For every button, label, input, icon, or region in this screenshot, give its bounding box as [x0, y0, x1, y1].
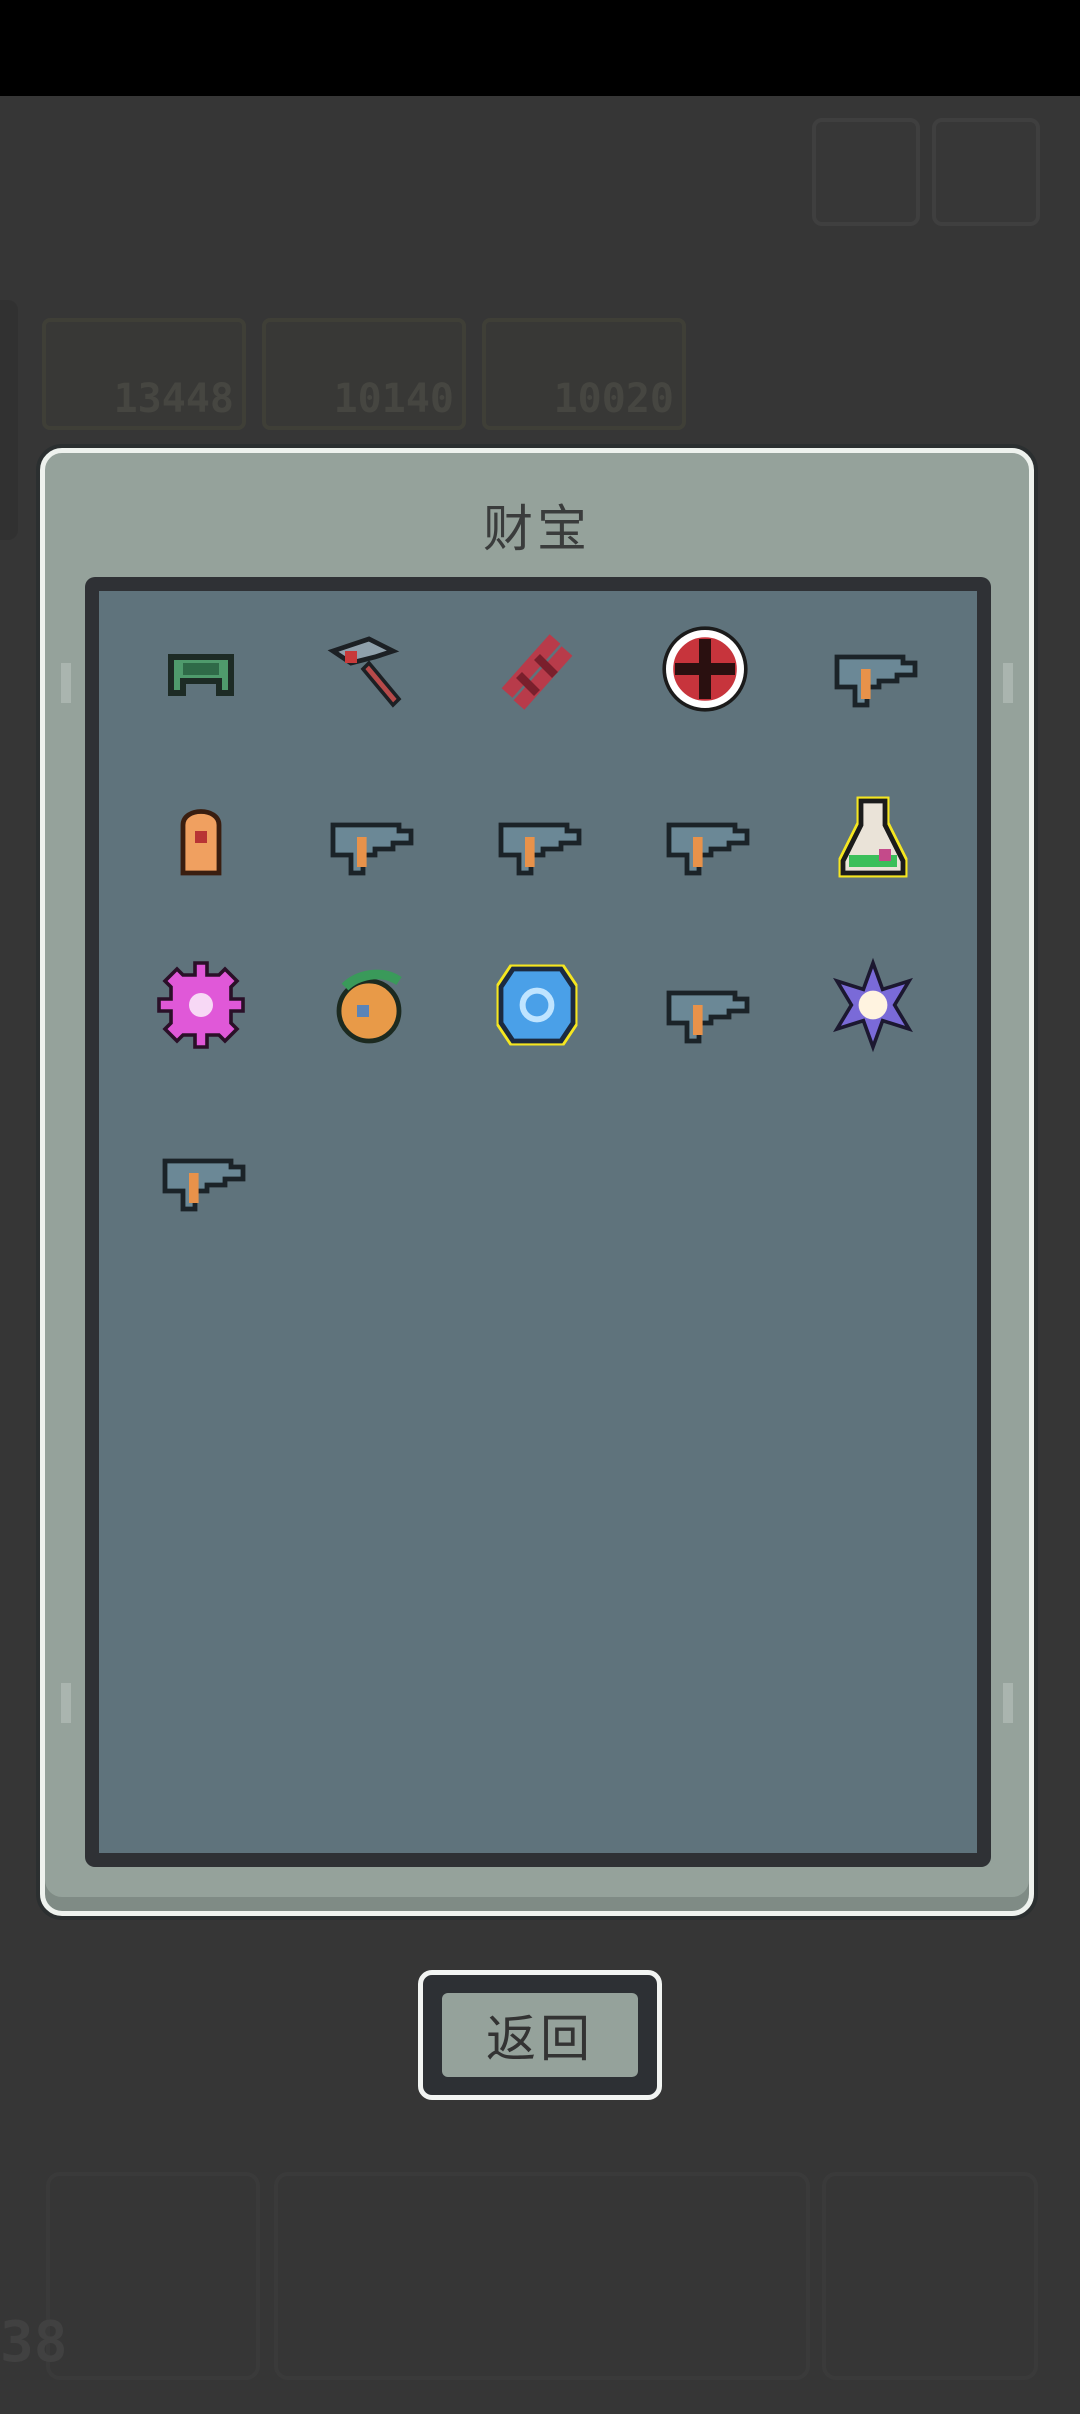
red-dna-icon[interactable]: [477, 609, 597, 729]
menu-button-1[interactable]: [812, 118, 920, 226]
item-grid: [99, 591, 977, 1853]
character-slot[interactable]: [822, 2172, 1038, 2380]
green-helmet-icon[interactable]: [141, 609, 261, 729]
panel-title: 财宝: [483, 500, 591, 558]
fruit-orb-icon[interactable]: [309, 945, 429, 1065]
violet-star-icon[interactable]: [813, 945, 933, 1065]
pistol-icon[interactable]: [309, 777, 429, 897]
crosshair-icon[interactable]: [645, 609, 765, 729]
resource-value: 13448: [113, 376, 234, 422]
back-button[interactable]: 返回: [418, 1970, 662, 2100]
pickaxe-icon[interactable]: [309, 609, 429, 729]
rivet-decoration: [1003, 1683, 1013, 1723]
swap-slot[interactable]: [274, 2172, 810, 2380]
pink-gear-icon[interactable]: [141, 945, 261, 1065]
pistol-icon[interactable]: [813, 609, 933, 729]
resource-counter-3: 10020: [482, 318, 686, 430]
potion-flask-icon[interactable]: [813, 777, 933, 897]
rivet-decoration: [61, 663, 71, 703]
treasure-panel: 财宝: [40, 448, 1034, 1916]
pistol-icon[interactable]: [477, 777, 597, 897]
pistol-icon[interactable]: [141, 1113, 261, 1233]
blue-shield-icon[interactable]: [477, 945, 597, 1065]
orange-bullet-icon[interactable]: [141, 777, 261, 897]
side-tab[interactable]: [0, 300, 18, 540]
rivet-decoration: [61, 1683, 71, 1723]
item-grid-area: [85, 577, 991, 1867]
resource-counter-1: 13448: [42, 318, 246, 430]
weapon-slot[interactable]: [46, 2172, 260, 2380]
menu-button-2[interactable]: [932, 118, 1040, 226]
pistol-icon[interactable]: [645, 945, 765, 1065]
back-button-label: 返回: [442, 1993, 638, 2077]
resource-counter-2: 10140: [262, 318, 466, 430]
resource-value: 10140: [333, 376, 454, 422]
rivet-decoration: [1003, 663, 1013, 703]
pistol-icon[interactable]: [645, 777, 765, 897]
level-number: 38: [0, 2310, 68, 2375]
resource-value: 10020: [553, 376, 674, 422]
